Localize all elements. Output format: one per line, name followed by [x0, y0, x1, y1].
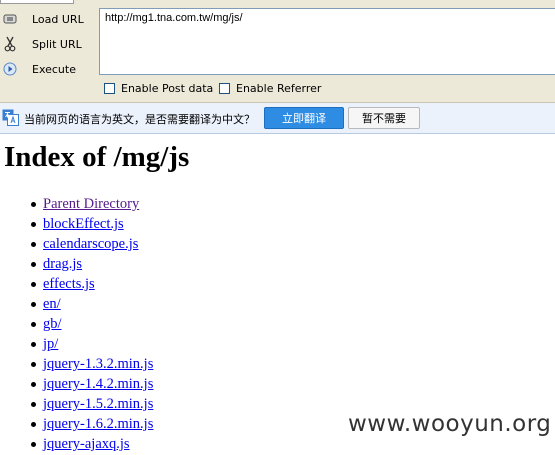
- link-parent-directory[interactable]: Parent Directory: [43, 196, 139, 212]
- hackbar-toolbar: Load URL Split URL Execute http://mg1.tn…: [0, 0, 555, 103]
- file-link[interactable]: jquery-1.3.2.min.js: [43, 356, 153, 372]
- bullet-icon: [31, 242, 36, 247]
- enable-post-label: Enable Post data: [121, 82, 214, 95]
- scissors-icon: [2, 36, 18, 52]
- translate-icon: [2, 109, 19, 126]
- bullet-icon: [31, 222, 36, 227]
- folder-link[interactable]: jp/: [43, 336, 58, 352]
- not-now-button[interactable]: 暂不需要: [348, 107, 420, 129]
- folder-link[interactable]: en/: [43, 296, 61, 312]
- execute-button[interactable]: Execute: [0, 58, 96, 80]
- enable-post-checkbox[interactable]: [104, 83, 115, 94]
- file-link[interactable]: jquery-1.6.2.min.js: [43, 416, 153, 432]
- bullet-icon: [31, 262, 36, 267]
- bullet-icon: [31, 382, 36, 387]
- enable-referrer-checkbox[interactable]: [219, 83, 230, 94]
- list-item: Parent Directory: [0, 194, 153, 214]
- load-url-button[interactable]: Load URL: [0, 8, 96, 30]
- translate-message: 当前网页的语言为英文，是否需要翻译为中文？: [24, 113, 255, 126]
- url-input[interactable]: http://mg1.tna.com.tw/mg/js/: [99, 8, 555, 75]
- toolbar-tab-edge: [0, 0, 74, 4]
- list-item: jquery-1.5.2.min.js: [0, 394, 153, 414]
- file-link[interactable]: jquery-1.5.2.min.js: [43, 396, 153, 412]
- file-link[interactable]: jquery-ajaxq.js: [43, 436, 130, 452]
- file-link[interactable]: blockEffect.js: [43, 216, 124, 232]
- list-item: calendarscope.js: [0, 234, 153, 254]
- list-item: gb/: [0, 314, 153, 334]
- file-link[interactable]: effects.js: [43, 276, 95, 292]
- bullet-icon: [31, 282, 36, 287]
- list-item: effects.js: [0, 274, 153, 294]
- file-link[interactable]: calendarscope.js: [43, 236, 138, 252]
- list-item: blockEffect.js: [0, 214, 153, 234]
- enable-referrer-label: Enable Referrer: [236, 82, 322, 95]
- translate-bar: 当前网页的语言为英文，是否需要翻译为中文？ 立即翻译 暂不需要: [0, 103, 555, 134]
- bullet-icon: [31, 402, 36, 407]
- enable-referrer-option[interactable]: Enable Referrer: [219, 82, 321, 95]
- bullet-icon: [31, 442, 36, 447]
- list-item: drag.js: [0, 254, 153, 274]
- list-item: en/: [0, 294, 153, 314]
- folder-link[interactable]: gb/: [43, 316, 62, 332]
- load-url-icon: [2, 11, 18, 27]
- bullet-icon: [31, 342, 36, 347]
- directory-listing: Parent Directory blockEffect.js calendar…: [0, 194, 153, 454]
- execute-label: Execute: [32, 62, 76, 76]
- play-icon: [2, 61, 18, 77]
- file-link[interactable]: jquery-1.4.2.min.js: [43, 376, 153, 392]
- bullet-icon: [31, 202, 36, 207]
- bullet-icon: [31, 302, 36, 307]
- list-item: jquery-1.3.2.min.js: [0, 354, 153, 374]
- list-item: jquery-1.4.2.min.js: [0, 374, 153, 394]
- page-title: Index of /mg/js: [4, 141, 190, 173]
- bullet-icon: [31, 422, 36, 427]
- bullet-icon: [31, 322, 36, 327]
- list-item: jquery-1.6.2.min.js: [0, 414, 153, 434]
- load-url-label: Load URL: [32, 12, 84, 26]
- split-url-label: Split URL: [32, 37, 82, 51]
- split-url-button[interactable]: Split URL: [0, 33, 96, 55]
- enable-post-option[interactable]: Enable Post data: [104, 82, 213, 95]
- list-item: jp/: [0, 334, 153, 354]
- bullet-icon: [31, 362, 36, 367]
- list-item: jquery-ajaxq.js: [0, 434, 153, 454]
- watermark: www.wooyun.org: [348, 411, 552, 437]
- translate-now-button[interactable]: 立即翻译: [264, 107, 344, 129]
- file-link[interactable]: drag.js: [43, 256, 82, 272]
